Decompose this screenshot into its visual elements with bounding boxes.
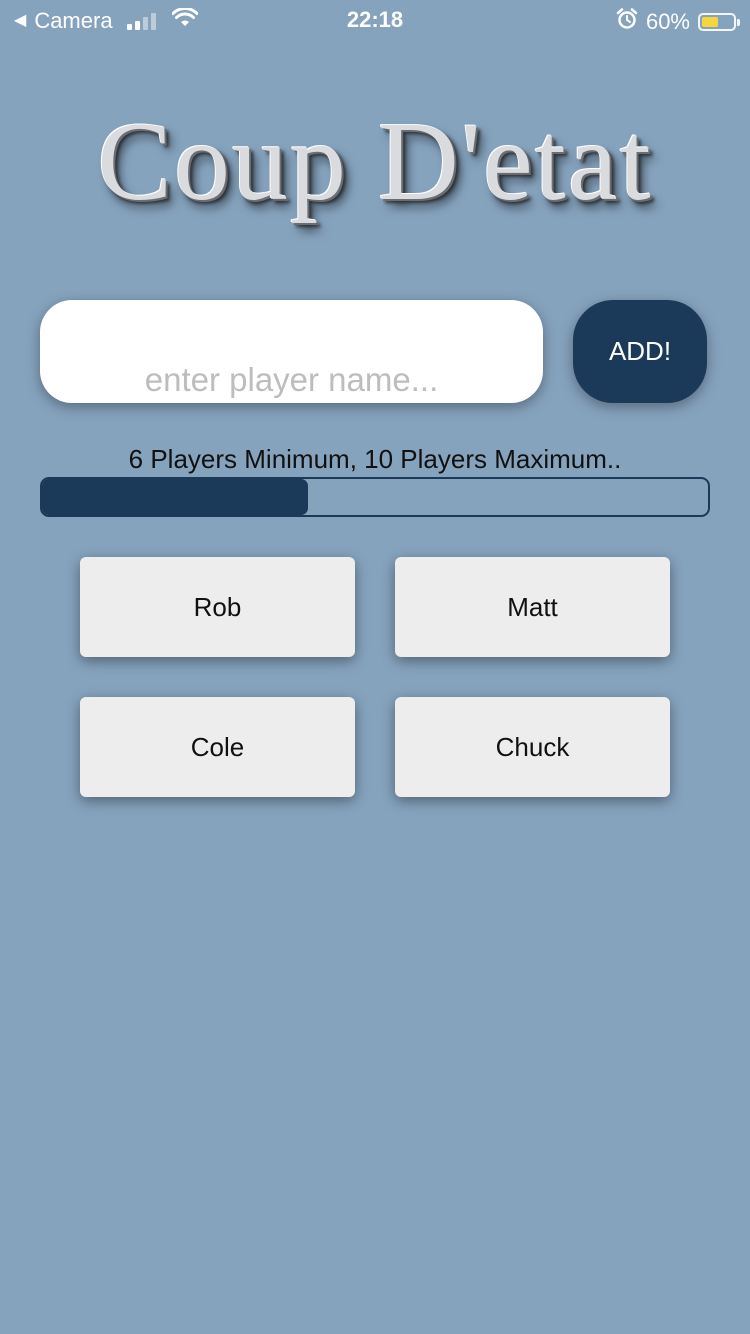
battery-percent: 60% bbox=[645, 8, 690, 34]
player-name-input[interactable] bbox=[40, 300, 543, 403]
player-list: Rob Matt Cole Chuck bbox=[80, 557, 670, 797]
status-right: 60% bbox=[616, 8, 740, 35]
player-card[interactable]: Rob bbox=[80, 557, 355, 657]
app-title: Coup D'etat bbox=[97, 100, 653, 224]
player-count-hint: 6 Players Minimum, 10 Players Maximum.. bbox=[128, 444, 622, 474]
player-count-progress-fill bbox=[42, 479, 309, 515]
add-player-button[interactable]: ADD! bbox=[573, 300, 707, 403]
battery-level bbox=[702, 16, 719, 27]
player-card[interactable]: Chuck bbox=[395, 697, 670, 797]
status-bar: ◀ Camera 22:18 60% bbox=[0, 0, 750, 40]
player-card[interactable]: Matt bbox=[395, 557, 670, 657]
alarm-icon bbox=[616, 8, 638, 35]
player-count-progress bbox=[40, 477, 710, 517]
battery-icon bbox=[698, 12, 740, 31]
player-card[interactable]: Cole bbox=[80, 697, 355, 797]
